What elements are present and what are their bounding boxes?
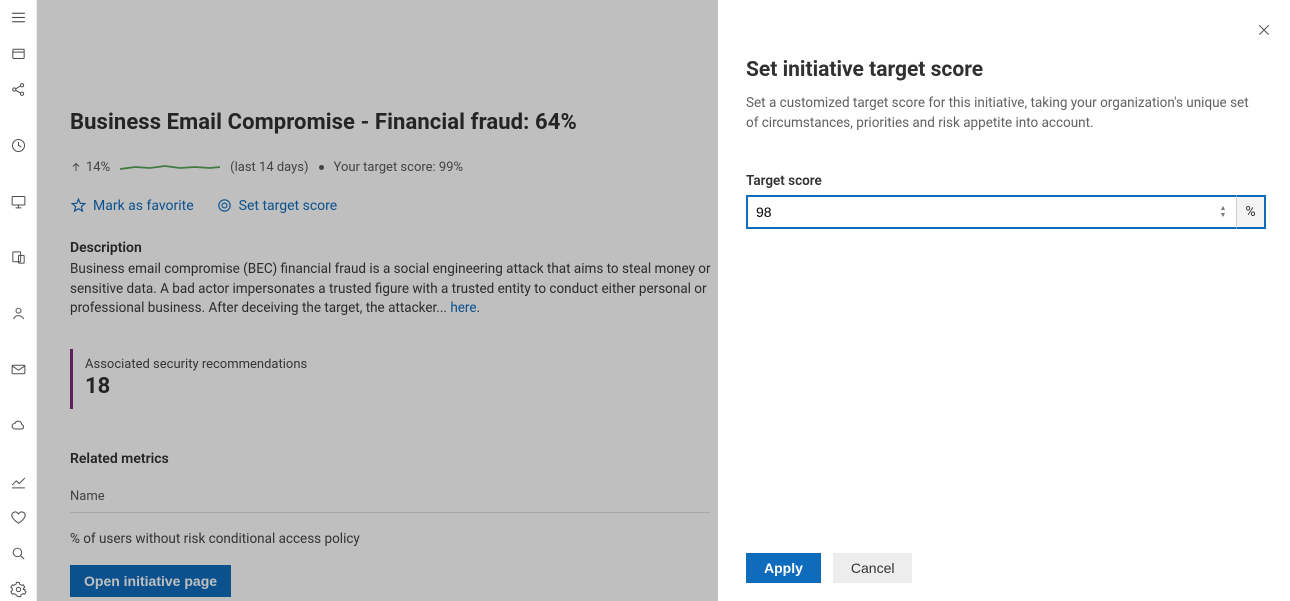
apply-button[interactable]: Apply <box>746 553 821 583</box>
person-icon[interactable] <box>7 302 29 324</box>
set-target-panel: Set initiative target score Set a custom… <box>718 0 1290 601</box>
target-score-field: ▲ ▼ % <box>746 195 1266 229</box>
panel-subtitle: Set a customized target score for this i… <box>746 94 1262 133</box>
target-score-label: Target score <box>746 173 1262 189</box>
unit-suffix: % <box>1236 195 1266 229</box>
box-icon[interactable] <box>7 42 29 64</box>
hamburger-icon[interactable] <box>7 6 29 28</box>
share-icon[interactable] <box>7 78 29 100</box>
device-icon[interactable] <box>7 246 29 268</box>
heart-icon[interactable] <box>7 506 29 528</box>
left-nav <box>0 0 37 601</box>
chart-icon[interactable] <box>7 470 29 492</box>
clock-icon[interactable] <box>7 134 29 156</box>
panel-title: Set initiative target score <box>746 58 1262 82</box>
spinner: ▲ ▼ <box>1210 195 1236 229</box>
search-icon[interactable] <box>7 542 29 564</box>
cancel-button[interactable]: Cancel <box>833 553 913 583</box>
monitor-icon[interactable] <box>7 190 29 212</box>
target-score-input[interactable] <box>746 195 1210 229</box>
spinner-down[interactable]: ▼ <box>1220 212 1227 219</box>
mail-icon[interactable] <box>7 358 29 380</box>
cloud-icon[interactable] <box>7 414 29 436</box>
close-icon <box>1256 22 1272 38</box>
close-button[interactable] <box>1256 22 1272 42</box>
settings-icon[interactable] <box>7 578 29 600</box>
